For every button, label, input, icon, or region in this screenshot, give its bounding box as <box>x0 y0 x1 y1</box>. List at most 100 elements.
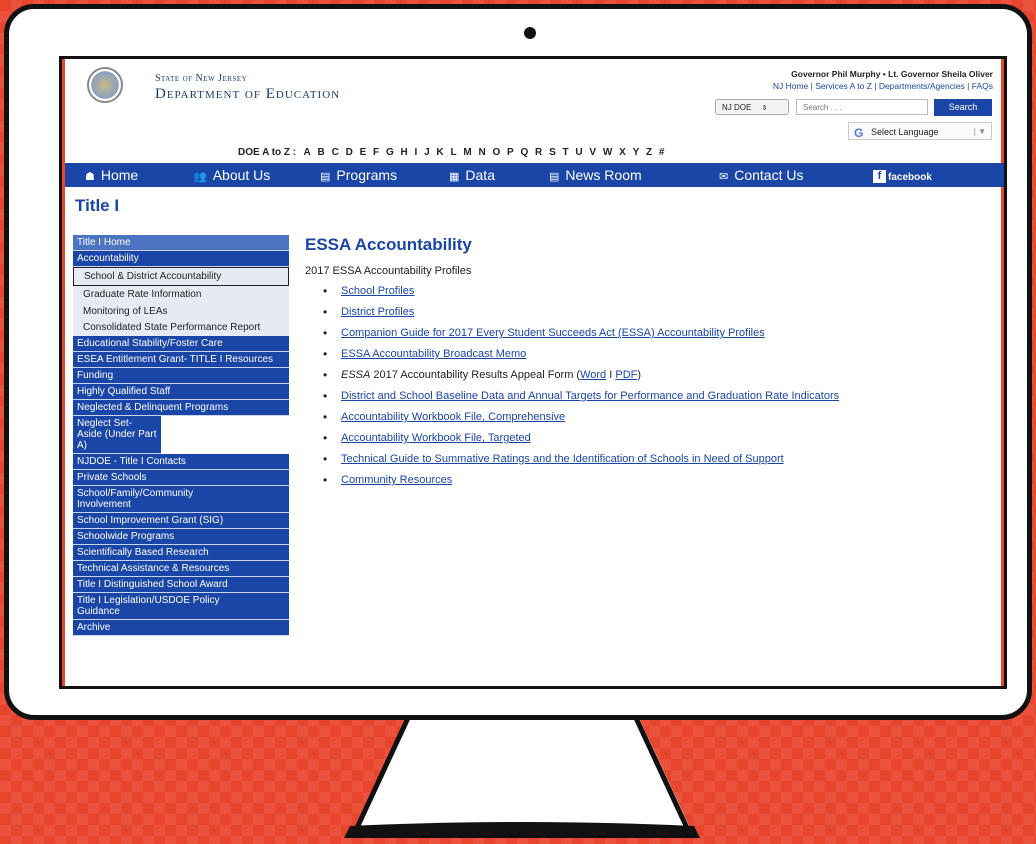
select-language-label: Select Language <box>871 127 939 137</box>
az-letter-link[interactable]: L <box>450 147 456 158</box>
sidebar-item[interactable]: School/Family/Community Involvement <box>73 486 289 513</box>
list-item: District Profiles <box>323 306 995 318</box>
link-appeal-pdf[interactable]: PDF <box>615 369 637 381</box>
nav-home-label: Home <box>100 167 139 183</box>
sidebar-item[interactable]: Educational Stability/Foster Care <box>73 336 289 352</box>
az-letter-link[interactable]: W <box>603 147 612 158</box>
list-item: ESSA 2017 Accountability Results Appeal … <box>323 369 995 381</box>
envelope-icon: ✉ <box>719 171 729 183</box>
sidebar-item[interactable]: Archive <box>73 620 289 636</box>
facebook-icon: f <box>873 169 886 183</box>
link-companion-guide[interactable]: Companion Guide for 2017 Every Student S… <box>341 327 765 339</box>
az-letter-link[interactable]: I <box>415 147 418 158</box>
search-input[interactable] <box>796 99 928 115</box>
nav-contact-us[interactable]: ✉ Contact Us <box>719 163 803 187</box>
profile-link-list: School Profiles District Profiles Compan… <box>305 285 995 486</box>
az-letter-link[interactable]: P <box>507 147 514 158</box>
az-letter-link[interactable]: K <box>436 147 443 158</box>
az-letter-link[interactable]: E <box>360 147 367 158</box>
nav-news-room[interactable]: ▤ News Room <box>549 163 642 187</box>
az-letter-link[interactable]: A <box>304 147 311 158</box>
select-language-button[interactable]: G Select Language | ▼ <box>848 122 992 140</box>
list-item: School Profiles <box>323 285 995 297</box>
a-to-z-label: DOE A to Z : <box>238 147 297 158</box>
az-letter-link[interactable]: V <box>589 147 596 158</box>
az-letter-link[interactable]: D <box>346 147 353 158</box>
sidebar-item[interactable]: Technical Assistance & Resources <box>73 561 289 577</box>
nav-facebook-label: facebook <box>888 172 932 183</box>
home-icon: ☗ <box>85 171 95 183</box>
sidebar: Title I Home Accountability School & Dis… <box>73 235 289 636</box>
sidebar-item[interactable]: Scientifically Based Research <box>73 545 289 561</box>
list-item: Accountability Workbook File, Targeted <box>323 432 995 444</box>
az-letter-link[interactable]: U <box>575 147 582 158</box>
nav-facebook[interactable]: f facebook <box>873 163 932 187</box>
main-title: ESSA Accountability <box>305 235 472 254</box>
link-district-profiles[interactable]: District Profiles <box>341 306 414 318</box>
az-letter-link[interactable]: B <box>318 147 325 158</box>
sidebar-subitem[interactable]: Graduate Rate Information <box>73 286 289 303</box>
state-seal-logo[interactable] <box>87 67 123 103</box>
az-letter-link[interactable]: T <box>563 147 569 158</box>
nav-about-label: About Us <box>212 167 271 183</box>
search-button[interactable]: Search <box>934 99 992 116</box>
sidebar-item[interactable]: School Improvement Grant (SIG) <box>73 513 289 529</box>
sidebar-subitem[interactable]: School & District Accountability <box>73 267 289 286</box>
select-arrows-icon: ⇕ <box>761 105 768 112</box>
site-select-value: NJ DOE <box>722 103 752 112</box>
appeal-sep: I <box>606 369 616 381</box>
appeal-text: 2017 Accountability Results Appeal Form … <box>370 369 581 381</box>
sidebar-item[interactable]: Funding <box>73 368 289 384</box>
az-letter-link[interactable]: G <box>386 147 394 158</box>
link-baseline-data[interactable]: District and School Baseline Data and An… <box>341 390 839 402</box>
az-letter-link[interactable]: S <box>549 147 556 158</box>
az-letter-link[interactable]: O <box>492 147 500 158</box>
az-letter-link[interactable]: X <box>619 147 626 158</box>
az-letter-link[interactable]: R <box>535 147 542 158</box>
monitor-stand <box>355 718 693 834</box>
link-appeal-word[interactable]: Word <box>580 369 606 381</box>
az-letter-link[interactable]: # <box>659 147 665 158</box>
nav-news-label: News Room <box>565 167 642 183</box>
newspaper-icon: ▤ <box>549 171 560 183</box>
nav-about-us[interactable]: 👥 About Us <box>193 163 270 187</box>
top-links[interactable]: NJ Home | Services A to Z | Departments/… <box>773 81 993 91</box>
az-letter-link[interactable]: Q <box>520 147 528 158</box>
sidebar-item[interactable]: Highly Qualified Staff <box>73 384 289 400</box>
az-letter-link[interactable]: H <box>401 147 408 158</box>
link-community-resources[interactable]: Community Resources <box>341 474 452 486</box>
sidebar-item[interactable]: Neglected & Delinquent Programs <box>73 400 289 416</box>
sidebar-item-title-i-home[interactable]: Title I Home <box>73 235 289 251</box>
sidebar-item[interactable]: ESEA Entitlement Grant- TITLE I Resource… <box>73 352 289 368</box>
sidebar-subitem[interactable]: Monitoring of LEAs <box>73 303 289 320</box>
site-select[interactable]: NJ DOE ⇕ <box>715 99 789 115</box>
az-letter-link[interactable]: M <box>463 147 471 158</box>
sidebar-item[interactable]: Private Schools <box>73 470 289 486</box>
link-broadcast-memo[interactable]: ESSA Accountability Broadcast Memo <box>341 348 526 360</box>
nav-data-label: Data <box>465 167 495 183</box>
sidebar-item-accountability[interactable]: Accountability <box>73 251 289 267</box>
az-letter-link[interactable]: F <box>373 147 379 158</box>
state-name: State of New Jersey <box>155 73 248 84</box>
sidebar-item[interactable]: Title I Legislation/USDOE Policy Guidanc… <box>73 593 289 620</box>
link-school-profiles[interactable]: School Profiles <box>341 285 414 297</box>
link-workbook-comprehensive[interactable]: Accountability Workbook File, Comprehens… <box>341 411 565 423</box>
link-workbook-targeted[interactable]: Accountability Workbook File, Targeted <box>341 432 531 444</box>
link-technical-guide[interactable]: Technical Guide to Summative Ratings and… <box>341 453 784 465</box>
az-letter-link[interactable]: J <box>424 147 430 158</box>
sidebar-item[interactable]: Title I Distinguished School Award <box>73 577 289 593</box>
nav-data[interactable]: ▦ Data <box>449 163 495 187</box>
nav-programs[interactable]: ▤ Programs <box>320 163 397 187</box>
google-translate-icon: G <box>854 126 864 140</box>
az-letter-link[interactable]: Y <box>633 147 640 158</box>
sidebar-item[interactable]: Neglect Set-Aside (Under Part A) <box>73 416 161 454</box>
nav-home[interactable]: ☗ Home <box>85 163 138 187</box>
sidebar-item[interactable]: NJDOE - Title I Contacts <box>73 454 289 470</box>
az-letter-link[interactable]: Z <box>646 147 652 158</box>
sidebar-item[interactable]: Schoolwide Programs <box>73 529 289 545</box>
department-name[interactable]: Department of Education <box>155 86 340 103</box>
az-letter-link[interactable]: C <box>332 147 339 158</box>
sidebar-subitem[interactable]: Consolidated State Performance Report <box>73 320 289 336</box>
az-letter-link[interactable]: N <box>478 147 485 158</box>
list-item: ESSA Accountability Broadcast Memo <box>323 348 995 360</box>
